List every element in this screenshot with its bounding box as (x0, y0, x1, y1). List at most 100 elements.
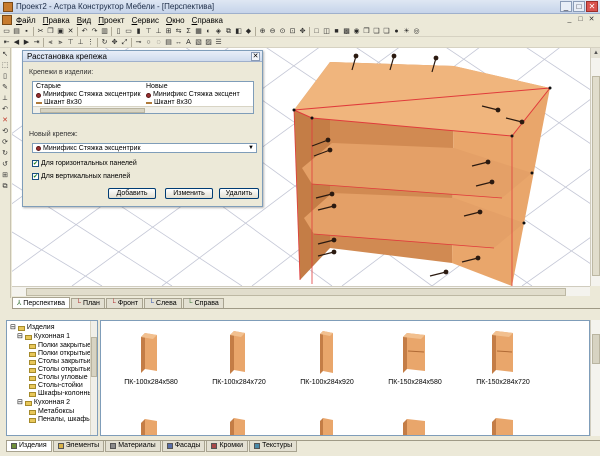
gallery-item[interactable]: ПК-150х284х720 (463, 329, 543, 386)
camera-icon[interactable]: ◎ (412, 27, 421, 36)
mdi-restore-button[interactable]: □ (576, 16, 585, 25)
list-horizontal-scrollbar[interactable] (33, 106, 253, 113)
scroll-thumb[interactable] (592, 334, 600, 364)
check-icon[interactable]: ✔ (32, 160, 39, 167)
gallery-item[interactable]: ПК-100х284х720 (199, 329, 279, 386)
wireframe-icon[interactable]: □ (312, 27, 321, 36)
cut-out-icon[interactable]: ◌ (154, 38, 163, 47)
select-arrow-icon[interactable]: ↖ (1, 50, 10, 60)
zoom-out-icon[interactable]: ⊖ (268, 27, 277, 36)
report-icon[interactable]: ▨ (204, 38, 213, 47)
material-icon[interactable]: ◆ (244, 27, 253, 36)
rotate-x-icon[interactable]: ⟲ (1, 127, 10, 137)
mirror-icon[interactable]: ⇆ (174, 27, 183, 36)
nav-next-icon[interactable]: ▶ (22, 38, 31, 47)
hole-icon[interactable]: ○ (144, 38, 153, 47)
tree-item-kitchen-1[interactable]: ⊟ Кухонная 1 (17, 333, 70, 341)
text-icon[interactable]: A (184, 38, 193, 47)
collapse-icon[interactable]: ⊟ (10, 324, 16, 332)
render-icon[interactable]: ◉ (352, 27, 361, 36)
gallery-item[interactable] (111, 415, 191, 435)
undo-icon[interactable]: ↶ (80, 27, 89, 36)
tree-list-item[interactable]: Полки закрытые (29, 342, 91, 350)
rotate-icon[interactable]: ↻ (100, 38, 109, 47)
nav-last-icon[interactable]: ⇥ (32, 38, 41, 47)
scroll-up-icon[interactable]: ▲ (591, 48, 600, 58)
move-icon[interactable]: ✥ (110, 38, 119, 47)
rotate-z-icon[interactable]: ↻ (1, 149, 10, 159)
delete-button[interactable]: Удалить (219, 188, 259, 199)
tree-list-item[interactable]: Столы угловые (29, 374, 88, 382)
tree-list-item[interactable]: Шкафы-колонны (29, 390, 92, 398)
zoom-in-icon[interactable]: ⊕ (258, 27, 267, 36)
tree-scrollbar[interactable] (90, 321, 97, 435)
zoom-fit-icon[interactable]: ⊙ (278, 27, 287, 36)
group-icon[interactable]: ⧉ (1, 182, 10, 192)
scroll-thumb[interactable] (91, 337, 97, 377)
rotate-y-icon[interactable]: ⟳ (1, 138, 10, 148)
collapse-icon[interactable]: ⊟ (17, 333, 23, 341)
palette-icon[interactable]: ◐ (204, 27, 213, 36)
zoom-window-icon[interactable]: ⊡ (288, 27, 297, 36)
close-button[interactable]: ✕ (586, 1, 598, 12)
select-box-icon[interactable]: ⬚ (1, 61, 10, 71)
copy-object-icon[interactable]: ⧉ (224, 27, 233, 36)
tree-list-item[interactable]: Пеналы, шкафы (29, 416, 91, 424)
tab-left[interactable]: └ Слева (144, 298, 182, 308)
refresh-icon[interactable]: ↺ (1, 160, 10, 170)
change-button[interactable]: Изменить (165, 188, 213, 199)
horizontal-panels-checkbox[interactable]: ✔ Для горизонтальных панелей (32, 160, 137, 167)
tree-item-kitchen-2[interactable]: ⊟ Кухонная 2 (17, 399, 70, 407)
list-item[interactable]: Минификс Стяжка эксцентрик Минификс Стяж… (33, 91, 253, 99)
align-center-icon[interactable]: ⫸ (56, 38, 65, 47)
viewport-horizontal-scrollbar[interactable] (12, 286, 590, 296)
tab-perspective[interactable]: ⅄ Перспектива (12, 297, 71, 308)
shaded-icon[interactable]: ■ (332, 27, 341, 36)
save-icon[interactable]: ▪ (22, 27, 31, 36)
cube-icon[interactable]: ❒ (362, 27, 371, 36)
menu-edit[interactable]: Правка (43, 16, 70, 25)
delete-icon[interactable]: ✕ (66, 27, 75, 36)
tree-item-products[interactable]: ⊟ Изделия (10, 324, 55, 332)
cube-open-icon[interactable]: ❑ (372, 27, 381, 36)
measure-icon[interactable]: ⟂ (1, 94, 10, 104)
tree-list-item[interactable]: Столы закрытые (29, 358, 92, 366)
dimension-icon[interactable]: ↔ (174, 38, 183, 47)
grid-icon[interactable]: ⊞ (164, 27, 173, 36)
tree-list-item[interactable]: Метабоксы (29, 408, 74, 416)
new-file-icon[interactable]: ▭ (2, 27, 11, 36)
menu-project[interactable]: Проект (98, 16, 124, 25)
mdi-close-button[interactable]: ✕ (587, 16, 596, 25)
gallery-item[interactable] (287, 415, 367, 435)
tab-facades[interactable]: Фасады (161, 441, 206, 452)
maximize-button[interactable]: □ (573, 1, 585, 12)
align-bottom-icon[interactable]: ⊥ (76, 38, 85, 47)
dialog-title-bar[interactable]: Расстановка крепежа ✕ (23, 51, 262, 62)
menu-view[interactable]: Вид (77, 16, 91, 25)
panel-v-icon[interactable]: ▮ (134, 27, 143, 36)
tree-list-item[interactable]: Столы открытые (29, 366, 92, 374)
gallery-item[interactable]: ПК-100х284х920 (287, 329, 367, 386)
dialog-close-button[interactable]: ✕ (251, 52, 260, 61)
gallery-item[interactable]: ПК-150х284х580 (375, 329, 455, 386)
scroll-thumb[interactable] (40, 108, 145, 113)
drill-icon[interactable]: ⊸ (134, 38, 143, 47)
align-left-icon[interactable]: ⫷ (46, 38, 55, 47)
sphere-icon[interactable]: ● (392, 27, 401, 36)
tab-right[interactable]: └ Справа (182, 298, 224, 308)
nav-first-icon[interactable]: ⇤ (2, 38, 11, 47)
gallery-item[interactable]: ПК-100х284х580 (111, 329, 191, 386)
collapse-icon[interactable]: ⊟ (17, 399, 23, 407)
align-top-icon[interactable]: ⊤ (66, 38, 75, 47)
scale-icon[interactable]: ⤢ (120, 38, 129, 47)
tree-list-item[interactable]: Столы-стойки (29, 382, 83, 390)
edge-icon[interactable]: ▤ (164, 38, 173, 47)
panel-icon[interactable]: ▯ (114, 27, 123, 36)
fasteners-list[interactable]: Старые Новые Минификс Стяжка эксцентрик … (32, 81, 254, 114)
vertical-panels-checkbox[interactable]: ✔ Для вертикальных панелей (32, 173, 130, 180)
remove-icon[interactable]: ✕ (1, 116, 10, 126)
textured-icon[interactable]: ▩ (342, 27, 351, 36)
redo-icon[interactable]: ↷ (90, 27, 99, 36)
gallery-scrollbar[interactable] (590, 320, 600, 436)
viewport-vertical-scrollbar[interactable]: ▲ (590, 48, 600, 286)
